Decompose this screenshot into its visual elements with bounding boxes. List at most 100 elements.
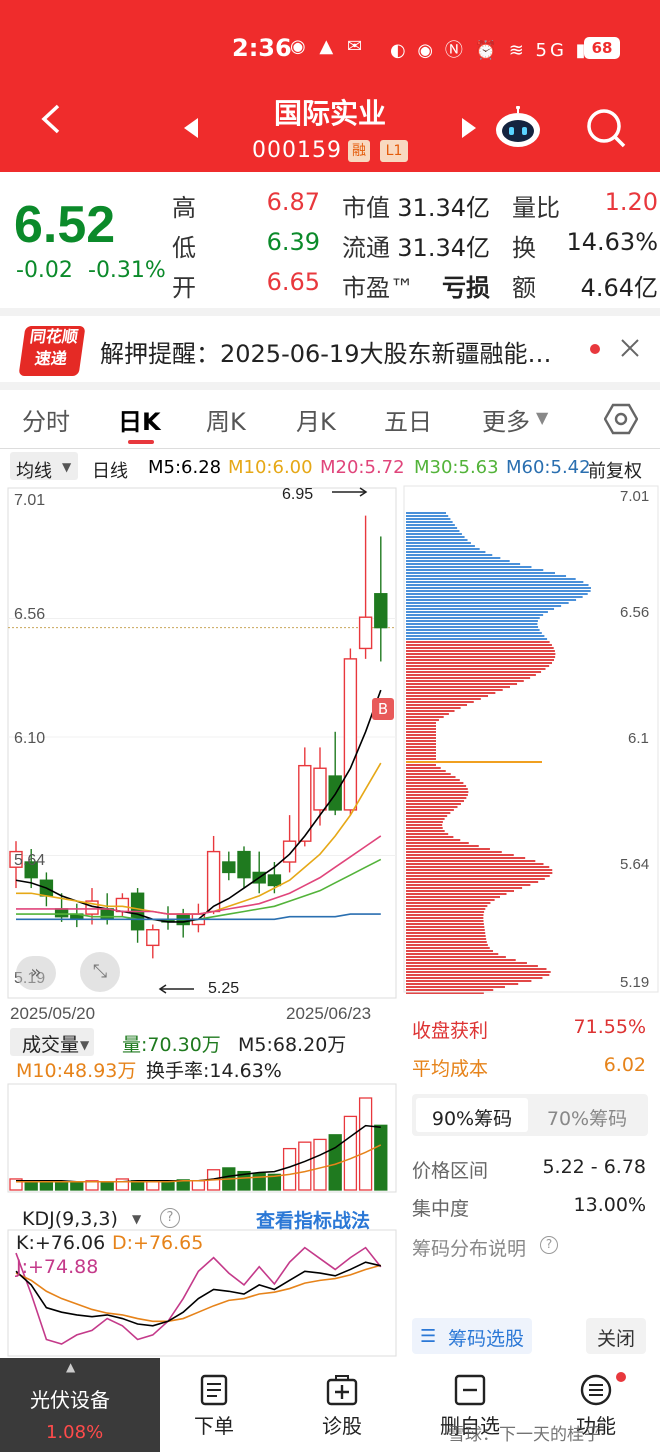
chip-bar xyxy=(406,809,454,811)
chip-bar xyxy=(406,533,462,535)
chip-bar xyxy=(406,620,538,622)
volume-bar xyxy=(39,1181,54,1191)
volume-ma10: M10:48.93万 xyxy=(16,1060,137,1082)
stock-code: 000159 xyxy=(252,138,342,163)
amount-value: 4.64亿 xyxy=(580,274,658,302)
tab-five-day[interactable]: 五日 xyxy=(384,402,432,437)
kline-chart[interactable] xyxy=(0,484,400,1004)
chip-bar xyxy=(406,731,436,733)
adjust-label[interactable]: 前复权 xyxy=(588,457,642,483)
chip-bar xyxy=(406,608,555,610)
tab-daily-k[interactable]: 日K xyxy=(118,402,161,437)
header-bar: 2:36 ◉ ▲ ✉ ◐ ◉ Ⓝ ⏰ ≋ 5G ▮▮ 68 国际实业 00015… xyxy=(0,0,660,172)
chip-bar xyxy=(406,617,540,619)
chip-bar xyxy=(406,770,446,772)
volume-bar xyxy=(343,1115,358,1191)
caret-up-icon: ▲ xyxy=(66,1360,76,1374)
next-stock-icon[interactable] xyxy=(462,118,476,138)
candle xyxy=(343,658,358,811)
chip-bar xyxy=(406,515,449,517)
candle xyxy=(146,929,160,947)
chip-bar xyxy=(406,878,545,880)
settings-hex-icon[interactable] xyxy=(604,402,638,436)
chip-bar xyxy=(406,806,458,808)
chip-bar xyxy=(406,632,542,634)
news-text[interactable]: 解押提醒：2025-06-19大股东新疆融能… xyxy=(100,334,580,369)
chip-bar xyxy=(406,812,451,814)
volume-bar xyxy=(146,1181,160,1191)
chip-bar xyxy=(406,734,436,736)
chip-bar xyxy=(406,551,486,553)
divider xyxy=(0,382,660,390)
low-value: 6.39 xyxy=(266,228,320,256)
chip-bar xyxy=(406,602,569,604)
tab-monthly-k[interactable]: 月K xyxy=(296,402,336,437)
close-panel-label: 关闭 xyxy=(596,1328,635,1350)
chip-help-link[interactable]: 筹码分布说明 xyxy=(412,1234,526,1261)
volume-bar xyxy=(100,1181,114,1191)
chip-bar xyxy=(406,737,436,739)
chip-bar xyxy=(406,815,448,817)
chip-bar xyxy=(406,557,501,559)
volume-bar xyxy=(115,1178,130,1191)
chip-bar xyxy=(406,611,548,613)
tab-weekly-k[interactable]: 周K xyxy=(206,402,246,437)
chip-bar xyxy=(406,563,521,565)
close-icon[interactable] xyxy=(620,338,640,358)
status-time: 2:36 xyxy=(232,34,292,62)
chip-bar xyxy=(406,626,539,628)
expand-icon[interactable]: » xyxy=(16,956,56,990)
chip-bar xyxy=(406,701,474,703)
tab-chip-90[interactable]: 90%筹码 xyxy=(416,1104,528,1131)
chip-bar xyxy=(406,929,485,931)
tab-intraday[interactable]: 分时 xyxy=(22,402,70,437)
assistant-robot-icon[interactable] xyxy=(494,106,542,148)
chip-bar xyxy=(406,665,550,667)
y-tick: 6.56 xyxy=(620,604,650,621)
chip-bar xyxy=(406,716,444,718)
fullscreen-icon[interactable]: ⤡ xyxy=(80,952,120,992)
chip-bar xyxy=(406,794,468,796)
chip-bar xyxy=(406,569,544,571)
volume-title: 成交量 xyxy=(22,1034,80,1056)
chip-bar xyxy=(406,653,556,655)
volume-ma5: M5:68.20万 xyxy=(238,1034,347,1056)
buy-flag[interactable]: B xyxy=(372,698,394,720)
volume-chart[interactable] xyxy=(0,1082,400,1194)
y-tick: 5.64 xyxy=(620,856,650,873)
chip-bar xyxy=(406,818,445,820)
search-icon[interactable] xyxy=(584,106,628,150)
news-ticker[interactable]: 同花顺 速递 解押提醒：2025-06-19大股东新疆融能… xyxy=(0,318,660,382)
chip-bar xyxy=(406,530,460,532)
nav-order[interactable]: 下单 xyxy=(190,1410,238,1439)
nav-diagnose[interactable]: 诊股 xyxy=(318,1410,366,1439)
chip-bar xyxy=(406,707,461,709)
chip-bar xyxy=(406,695,489,697)
chip-bar xyxy=(406,686,510,688)
low-mark: 5.25 xyxy=(208,980,240,997)
mktcap-value: 31.34亿 xyxy=(397,194,490,222)
kdj-d: D:+76.65 xyxy=(112,1232,204,1254)
chip-bar xyxy=(406,785,467,787)
chip-bar xyxy=(406,605,562,607)
chip-bar xyxy=(406,746,436,748)
volume-bar xyxy=(54,1181,69,1191)
tab-more[interactable]: 更多 xyxy=(482,402,530,437)
ma5-label: M5:6.28 xyxy=(148,457,222,478)
chip-bar xyxy=(406,638,548,640)
chip-bar xyxy=(406,845,479,847)
app-root: 2:36 ◉ ▲ ✉ ◐ ◉ Ⓝ ⏰ ≋ 5G ▮▮ 68 国际实业 00015… xyxy=(0,0,660,1452)
tab-chip-70[interactable]: 70%筹码 xyxy=(530,1104,644,1131)
help-icon[interactable]: ? xyxy=(160,1208,180,1228)
kdj-title[interactable]: KDJ(9,3,3) xyxy=(22,1208,118,1230)
chevron-down-icon: ▼ xyxy=(132,1212,142,1226)
chip-bar xyxy=(406,599,577,601)
ma60-label: M60:5.42 xyxy=(506,457,591,478)
chip-bar xyxy=(406,800,464,802)
chip-bar xyxy=(406,875,550,877)
chip-select-label: 筹码选股 xyxy=(447,1328,524,1350)
chip-bar xyxy=(406,791,469,793)
level-badge: L1 xyxy=(380,140,408,162)
chip-bar xyxy=(406,866,550,868)
chip-bar xyxy=(406,941,487,943)
